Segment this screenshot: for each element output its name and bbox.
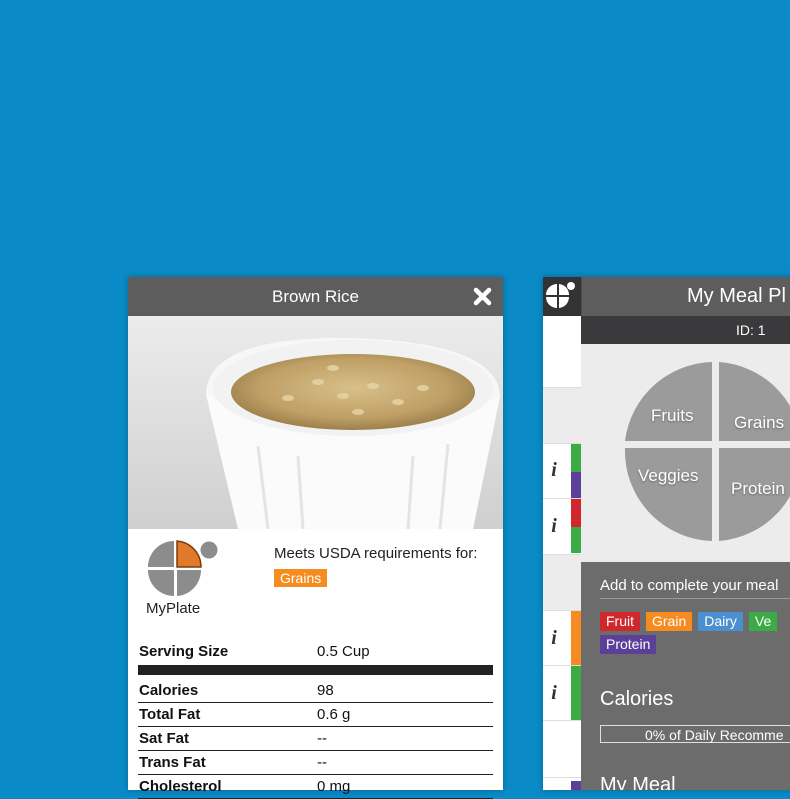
sidebar-logo: [543, 277, 581, 316]
meal-plan-main: My Meal Pl ID: 1 Fruits Grains Veggies P…: [581, 277, 790, 790]
group-stripe-fruit: [571, 444, 581, 472]
nutrition-label: Serving Size: [139, 643, 229, 660]
plate-fruits[interactable]: Fruits: [651, 406, 694, 426]
food-detail-header: Brown Rice: [128, 277, 503, 316]
group-stripe-grain: [571, 611, 581, 665]
meal-id: ID: 1: [581, 316, 790, 344]
nutrition-row-serving: Serving Size 0.5 Cup: [138, 639, 493, 665]
add-to-meal-text: Add to complete your meal: [600, 577, 790, 599]
nutrition-value: 0.5 Cup: [317, 643, 370, 660]
nutrition-row-sat-fat: Sat Fat --: [138, 727, 493, 751]
info-icon[interactable]: i: [543, 515, 565, 538]
nutrition-value: 0.6 g: [317, 706, 351, 723]
plate-area: Fruits Grains Veggies Protein: [581, 344, 790, 562]
tag-fruit[interactable]: Fruit: [600, 612, 640, 631]
plate-grains[interactable]: Grains: [734, 413, 784, 433]
plate-protein[interactable]: Protein: [731, 479, 785, 499]
nutrition-row-calories: Calories 98: [138, 679, 493, 703]
nutrition-value: --: [317, 730, 327, 747]
food-title: Brown Rice: [272, 287, 359, 306]
tag-dairy[interactable]: Dairy: [698, 612, 743, 631]
nutrition-label: Total Fat: [139, 706, 201, 723]
info-icon[interactable]: i: [543, 459, 565, 482]
myplate-section: MyPlate Meets USDA requirements for: Gra…: [128, 529, 503, 631]
group-stripe-protein: [571, 472, 581, 498]
sidebar-section-header: [543, 388, 581, 443]
grains-badge: Grains: [274, 569, 328, 587]
nutrition-label: Sat Fat: [139, 730, 190, 747]
food-photo: [128, 316, 503, 529]
nutrition-row-trans-fat: Trans Fat --: [138, 751, 493, 775]
calories-progress-bar: 0% of Daily Recomme: [600, 725, 790, 743]
tag-grain[interactable]: Grain: [646, 612, 693, 631]
myplate-logo-icon: [546, 282, 575, 308]
tag-protein[interactable]: Protein: [600, 635, 657, 654]
myplate-label: MyPlate: [146, 600, 201, 617]
rice-bowl-image: [206, 337, 500, 529]
close-icon[interactable]: [472, 286, 493, 307]
group-stripe-protein: [571, 781, 581, 790]
nutrition-value: 0 mg: [317, 778, 351, 795]
usda-requirements: Meets USDA requirements for: Grains: [274, 541, 484, 591]
nutrition-facts: Serving Size 0.5 Cup Calories 98 Total F…: [138, 639, 493, 799]
nutrition-label: Cholesterol: [139, 778, 222, 795]
meal-plan-panel: i i i i My Meal Pl ID: 1 Fruits Grains V…: [543, 277, 790, 790]
food-list-sidebar: i i i i: [543, 277, 581, 790]
nutrition-divider: [138, 665, 493, 675]
my-meal-title: My Meal: [600, 774, 676, 790]
tag-veg[interactable]: Ve: [748, 612, 778, 631]
meal-plan-title: My Meal Pl: [581, 277, 790, 316]
food-group-tags: Fruit Grain Dairy Ve Protein: [600, 612, 790, 658]
nutrition-value: --: [317, 754, 327, 771]
nutrition-label: Calories: [139, 682, 199, 699]
info-icon[interactable]: i: [543, 682, 565, 705]
nutrition-row-cholesterol: Cholesterol 0 mg: [138, 775, 493, 799]
nutrition-value: 98: [317, 682, 334, 699]
plate-chart: [624, 362, 790, 541]
calories-title: Calories: [600, 688, 674, 710]
usda-text: Meets USDA requirements for:: [274, 545, 478, 562]
sidebar-section-header: [543, 555, 581, 610]
sidebar-divider: [543, 720, 581, 721]
plate-veggies[interactable]: Veggies: [638, 466, 699, 486]
info-icon[interactable]: i: [543, 627, 565, 650]
group-stripe-veg: [571, 527, 581, 553]
nutrition-label: Trans Fat: [139, 754, 206, 771]
sidebar-divider: [543, 777, 581, 778]
group-stripe-veg: [571, 666, 581, 720]
group-stripe-fruit: [571, 499, 581, 527]
nutrition-row-total-fat: Total Fat 0.6 g: [138, 703, 493, 727]
